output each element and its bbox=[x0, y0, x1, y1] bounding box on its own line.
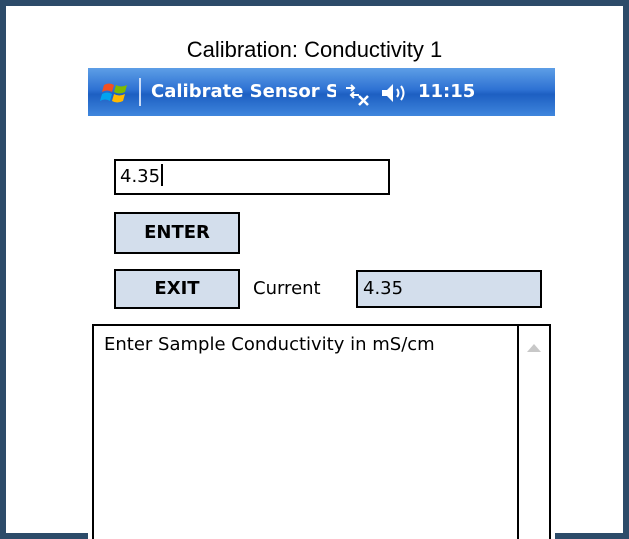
clock[interactable]: 11:15 bbox=[418, 78, 475, 106]
windows-logo-icon[interactable] bbox=[100, 76, 132, 108]
input-value: 4.35 bbox=[120, 166, 161, 187]
enter-button[interactable]: ENTER bbox=[114, 212, 240, 254]
message-log[interactable]: Enter Sample Conductivity in mS/cm bbox=[92, 324, 551, 539]
screenshot-frame: Calibration: Conductivity 1 Calibrate Se… bbox=[0, 0, 629, 539]
current-value-field: 4.35 bbox=[356, 270, 542, 308]
exit-button[interactable]: EXIT bbox=[114, 269, 240, 309]
device-screen: Calibrate Sensor S 11:15 4.35 ENTER EXIT… bbox=[88, 68, 555, 539]
title-separator bbox=[139, 78, 141, 106]
current-label: Current bbox=[253, 278, 321, 299]
speaker-icon[interactable] bbox=[380, 82, 410, 104]
vertical-scrollbar[interactable] bbox=[517, 326, 549, 539]
title-bar: Calibrate Sensor S 11:15 bbox=[88, 68, 555, 116]
window-title: Calibrate Sensor S bbox=[151, 81, 336, 102]
text-caret bbox=[161, 164, 164, 186]
figure-caption: Calibration: Conductivity 1 bbox=[186, 37, 443, 62]
network-disconnected-icon[interactable] bbox=[343, 82, 371, 106]
log-line: Enter Sample Conductivity in mS/cm bbox=[104, 334, 435, 355]
conductivity-input[interactable]: 4.35 bbox=[114, 159, 390, 195]
scroll-up-arrow-icon[interactable] bbox=[527, 344, 541, 352]
